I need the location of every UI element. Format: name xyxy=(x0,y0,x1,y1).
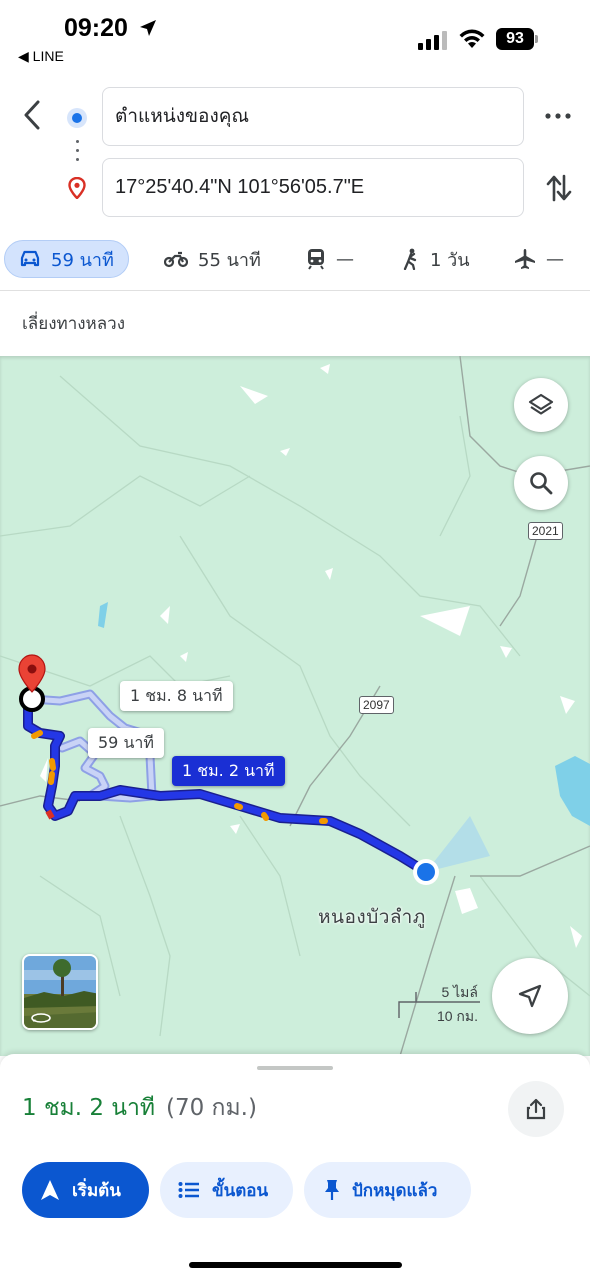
steps-button-label: ขั้นตอน xyxy=(212,1180,269,1201)
street-view-thumbnail[interactable] xyxy=(22,954,98,1030)
search-map-button[interactable] xyxy=(514,456,568,510)
travel-mode-tabs: 59 นาที 55 นาที — 1 วัน — xyxy=(0,236,590,284)
walk-icon xyxy=(403,248,417,270)
destination-input[interactable]: 17°25'40.4"N 101°56'05.7"E xyxy=(102,158,524,217)
alt-route-label-2[interactable]: 59 นาที xyxy=(88,728,164,758)
tab-walking-label: 1 วัน xyxy=(430,249,470,271)
motorcycle-icon xyxy=(164,251,188,268)
list-icon xyxy=(178,1182,199,1198)
car-icon xyxy=(20,250,40,267)
share-button[interactable] xyxy=(508,1081,564,1137)
town-label: หนองบัวลำภู xyxy=(318,906,426,928)
route-eta: 1 ชม. 2 นาที xyxy=(22,1095,156,1121)
destination-pin-icon xyxy=(68,177,86,199)
status-time: 09:20 xyxy=(64,14,128,42)
rotate-360-icon xyxy=(31,1013,51,1023)
my-location-button[interactable] xyxy=(492,958,568,1034)
tab-motorcycle-label: 55 นาที xyxy=(198,249,261,271)
road-shield-2021: 2021 xyxy=(528,522,563,540)
steps-button[interactable]: ขั้นตอน xyxy=(160,1162,293,1218)
back-arrow-icon[interactable] xyxy=(18,98,46,132)
route-summary-sheet: 1 ชม. 2 นาที (70 กม.) เริ่มต้น ขั้นตอน ป… xyxy=(0,1054,590,1280)
tab-driving-label: 59 นาที xyxy=(51,249,114,271)
tab-walking[interactable]: 1 วัน xyxy=(402,240,470,278)
layers-icon xyxy=(528,393,554,415)
tab-transit-label: — xyxy=(336,248,354,270)
location-arrow-icon xyxy=(140,20,156,36)
map-view[interactable]: 2021 2097 1 ชม. 8 นาที 59 นาที 1 ชม. 2 น… xyxy=(0,356,590,1056)
start-navigation-button[interactable]: เริ่มต้น xyxy=(22,1162,149,1218)
route-distance: (70 กม.) xyxy=(166,1095,257,1121)
share-icon xyxy=(526,1098,546,1120)
tab-flight[interactable]: — xyxy=(514,240,564,278)
map-scale: 5 ไมล์ 10 กม. xyxy=(398,982,488,1024)
road-shield-2097: 2097 xyxy=(359,696,394,714)
route-connector-dots xyxy=(76,140,79,167)
navigation-icon xyxy=(41,1180,59,1200)
flight-icon xyxy=(515,249,535,269)
home-indicator[interactable] xyxy=(189,1262,402,1268)
navigation-arrow-icon xyxy=(518,984,542,1008)
wifi-icon xyxy=(459,29,485,48)
cellular-signal-icon xyxy=(418,31,447,50)
route-options-avoid-highways[interactable]: เลี่ยงทางหลวง xyxy=(22,310,125,337)
tab-flight-label: — xyxy=(546,248,564,270)
selected-route-label[interactable]: 1 ชม. 2 นาที xyxy=(172,756,285,786)
scale-miles: 5 ไมล์ xyxy=(441,984,478,1000)
start-button-label: เริ่มต้น xyxy=(72,1180,121,1201)
tab-driving[interactable]: 59 นาที xyxy=(4,240,129,278)
tab-transit[interactable]: — xyxy=(306,240,354,278)
scale-km: 10 กม. xyxy=(436,1008,478,1024)
status-bar: 09:20 ◀ LINE 93 xyxy=(0,0,590,70)
pinned-button[interactable]: ปักหมุดแล้ว xyxy=(304,1162,471,1218)
pinned-button-label: ปักหมุดแล้ว xyxy=(352,1180,438,1201)
battery-indicator: 93 xyxy=(496,28,534,50)
pin-icon xyxy=(325,1180,339,1200)
alt-route-label-1[interactable]: 1 ชม. 8 นาที xyxy=(120,681,233,711)
origin-input[interactable]: ตำแหน่งของคุณ xyxy=(102,87,524,146)
back-to-app-link[interactable]: ◀ LINE xyxy=(18,48,64,65)
more-options-icon[interactable] xyxy=(543,106,573,126)
layers-button[interactable] xyxy=(514,378,568,432)
swap-route-icon[interactable] xyxy=(544,172,574,204)
map-canvas xyxy=(0,356,590,1056)
battery-tip xyxy=(535,35,538,43)
search-icon xyxy=(530,472,553,495)
origin-dot-icon xyxy=(67,108,87,128)
tab-motorcycle[interactable]: 55 นาที xyxy=(164,240,261,278)
tabs-divider xyxy=(0,290,590,291)
train-icon xyxy=(308,249,324,270)
sheet-drag-handle[interactable] xyxy=(257,1066,333,1070)
